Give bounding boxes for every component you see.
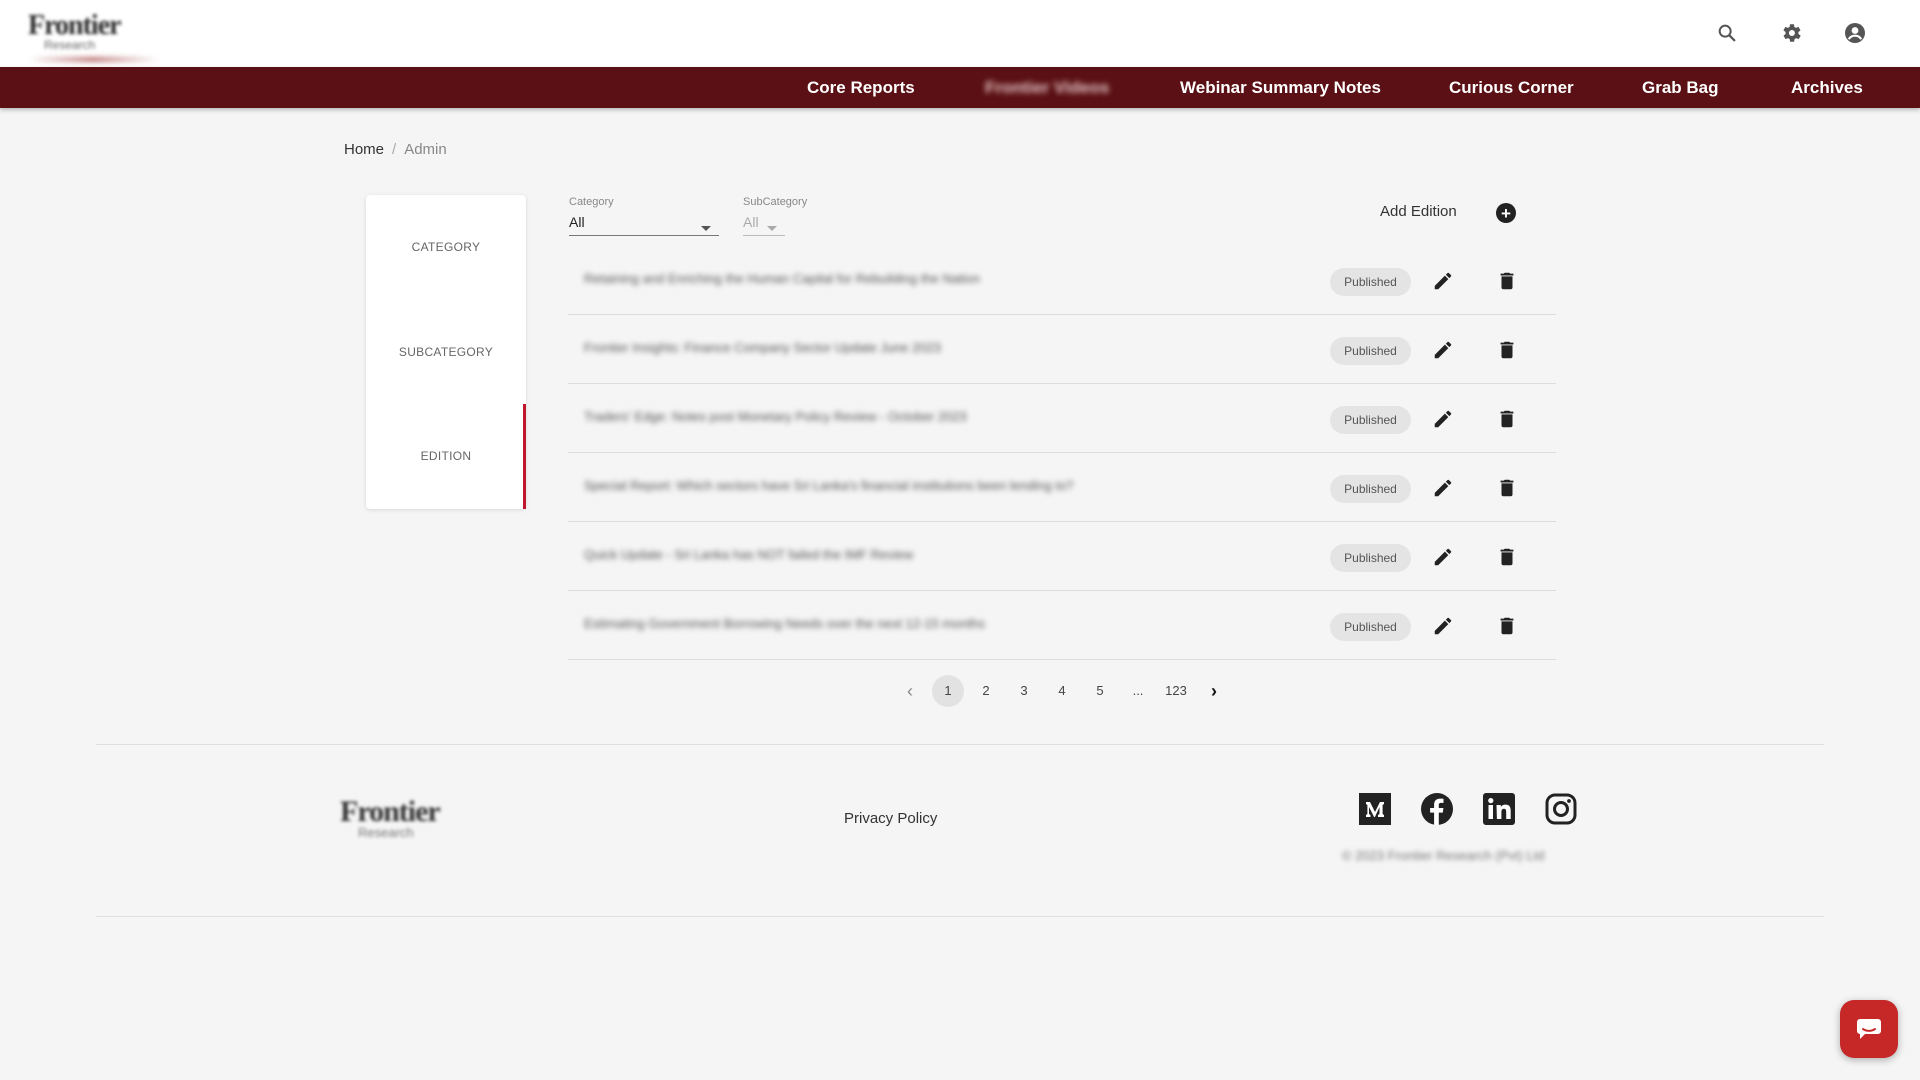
gear-icon[interactable] bbox=[1776, 18, 1806, 48]
side-item-edition[interactable]: EDITION bbox=[366, 449, 526, 463]
nav-item-curious-corner[interactable]: Curious Corner bbox=[1449, 67, 1574, 108]
edit-icon[interactable] bbox=[1432, 615, 1454, 637]
top-bar: Frontier Research bbox=[0, 0, 1920, 67]
category-filter-underline bbox=[569, 235, 719, 236]
status-badge: Published bbox=[1330, 268, 1411, 296]
subcategory-filter-label: SubCategory bbox=[743, 196, 808, 208]
breadcrumb-home[interactable]: Home bbox=[344, 141, 384, 158]
status-badge: Published bbox=[1330, 475, 1411, 503]
nav-item-core-reports[interactable]: Core Reports bbox=[807, 67, 915, 108]
search-icon[interactable] bbox=[1712, 18, 1742, 48]
table-row[interactable]: Special Report: Which sectors have Sri L… bbox=[568, 453, 1556, 522]
edition-title[interactable]: Retaining and Enriching the Human Capita… bbox=[584, 271, 980, 286]
footer-logo-text: Frontier bbox=[340, 795, 441, 828]
delete-icon[interactable] bbox=[1496, 477, 1518, 499]
status-badge: Published bbox=[1330, 337, 1411, 365]
chevron-down-icon bbox=[701, 226, 711, 231]
table-row[interactable]: Retaining and Enriching the Human Capita… bbox=[568, 246, 1556, 315]
footer-logo-subtext: Research bbox=[358, 825, 414, 840]
edition-title[interactable]: Estimating Government Borrowing Needs ov… bbox=[584, 616, 985, 631]
logo-subtext: Research bbox=[44, 38, 96, 52]
chevron-down-icon bbox=[767, 226, 777, 231]
status-badge: Published bbox=[1330, 613, 1411, 641]
table-row[interactable]: Estimating Government Borrowing Needs ov… bbox=[568, 591, 1556, 660]
admin-side-menu: CATEGORY SUBCATEGORY EDITION bbox=[366, 195, 526, 509]
instagram-icon[interactable] bbox=[1544, 792, 1578, 826]
table-row[interactable]: Quick Update - Sri Lanka has NOT failed … bbox=[568, 522, 1556, 591]
subcategory-filter-underline bbox=[743, 235, 785, 236]
nav-item-frontier-videos[interactable]: Frontier Videos bbox=[985, 67, 1109, 108]
edition-title[interactable]: Special Report: Which sectors have Sri L… bbox=[584, 478, 1074, 493]
subcategory-filter[interactable]: SubCategory All bbox=[743, 196, 808, 236]
delete-icon[interactable] bbox=[1496, 546, 1518, 568]
breadcrumb-separator: / bbox=[392, 141, 397, 158]
edit-icon[interactable] bbox=[1432, 477, 1454, 499]
nav-item-archives[interactable]: Archives bbox=[1791, 67, 1863, 108]
pagination-next-button[interactable]: › bbox=[1198, 675, 1230, 707]
facebook-icon[interactable] bbox=[1420, 792, 1454, 826]
delete-icon[interactable] bbox=[1496, 270, 1518, 292]
edition-title[interactable]: Traders' Edge: Notes post Monetary Polic… bbox=[584, 409, 967, 424]
category-filter[interactable]: Category All bbox=[569, 196, 719, 236]
nav-item-webinar-summary-notes[interactable]: Webinar Summary Notes bbox=[1180, 67, 1381, 108]
category-filter-label: Category bbox=[569, 196, 614, 208]
side-item-category[interactable]: CATEGORY bbox=[366, 240, 526, 254]
edit-icon[interactable] bbox=[1432, 339, 1454, 361]
category-filter-value: All bbox=[569, 214, 585, 230]
add-edition-button[interactable]: + bbox=[1496, 203, 1516, 223]
pagination-page[interactable]: 4 bbox=[1046, 675, 1078, 707]
add-edition-label[interactable]: Add Edition bbox=[1380, 203, 1457, 220]
side-item-subcategory[interactable]: SUBCATEGORY bbox=[366, 345, 526, 359]
delete-icon[interactable] bbox=[1496, 408, 1518, 430]
footer-top-divider bbox=[96, 744, 1824, 745]
account-icon[interactable] bbox=[1840, 18, 1870, 48]
pagination-prev-button[interactable]: ‹ bbox=[894, 675, 926, 707]
delete-icon[interactable] bbox=[1496, 339, 1518, 361]
subcategory-filter-value: All bbox=[743, 214, 759, 230]
linkedin-icon[interactable] bbox=[1482, 792, 1516, 826]
pagination-page[interactable]: 123 bbox=[1160, 675, 1192, 707]
brand-logo[interactable]: Frontier Research bbox=[28, 10, 158, 62]
copyright-text: © 2023 Frontier Research (Pvt) Ltd bbox=[1342, 848, 1545, 863]
status-badge: Published bbox=[1330, 406, 1411, 434]
table-row[interactable]: Frontier Insights: Finance Company Secto… bbox=[568, 315, 1556, 384]
pagination-page[interactable]: 5 bbox=[1084, 675, 1116, 707]
footer-logo[interactable]: Frontier Research bbox=[340, 795, 460, 845]
edition-title[interactable]: Quick Update - Sri Lanka has NOT failed … bbox=[584, 547, 913, 562]
medium-icon[interactable] bbox=[1358, 792, 1392, 826]
edit-icon[interactable] bbox=[1432, 270, 1454, 292]
table-row[interactable]: Traders' Edge: Notes post Monetary Polic… bbox=[568, 384, 1556, 453]
pagination-page[interactable]: 3 bbox=[1008, 675, 1040, 707]
breadcrumb: Home / Admin bbox=[344, 141, 447, 158]
footer-bottom-divider bbox=[96, 916, 1824, 917]
side-active-indicator bbox=[523, 404, 526, 509]
delete-icon[interactable] bbox=[1496, 615, 1518, 637]
edit-icon[interactable] bbox=[1432, 408, 1454, 430]
status-badge: Published bbox=[1330, 544, 1411, 572]
nav-item-grab-bag[interactable]: Grab Bag bbox=[1642, 67, 1719, 108]
edition-title[interactable]: Frontier Insights: Finance Company Secto… bbox=[584, 340, 941, 355]
main-nav: Core Reports Frontier Videos Webinar Sum… bbox=[0, 67, 1920, 108]
pagination-page[interactable]: 2 bbox=[970, 675, 1002, 707]
breadcrumb-current: Admin bbox=[404, 141, 447, 158]
pagination-ellipsis: ... bbox=[1132, 683, 1144, 698]
logo-underline bbox=[28, 57, 158, 62]
chat-button[interactable] bbox=[1840, 1000, 1898, 1058]
pagination-page[interactable]: 1 bbox=[932, 675, 964, 707]
privacy-policy-link[interactable]: Privacy Policy bbox=[844, 810, 937, 827]
chat-icon bbox=[1857, 1019, 1881, 1039]
edit-icon[interactable] bbox=[1432, 546, 1454, 568]
